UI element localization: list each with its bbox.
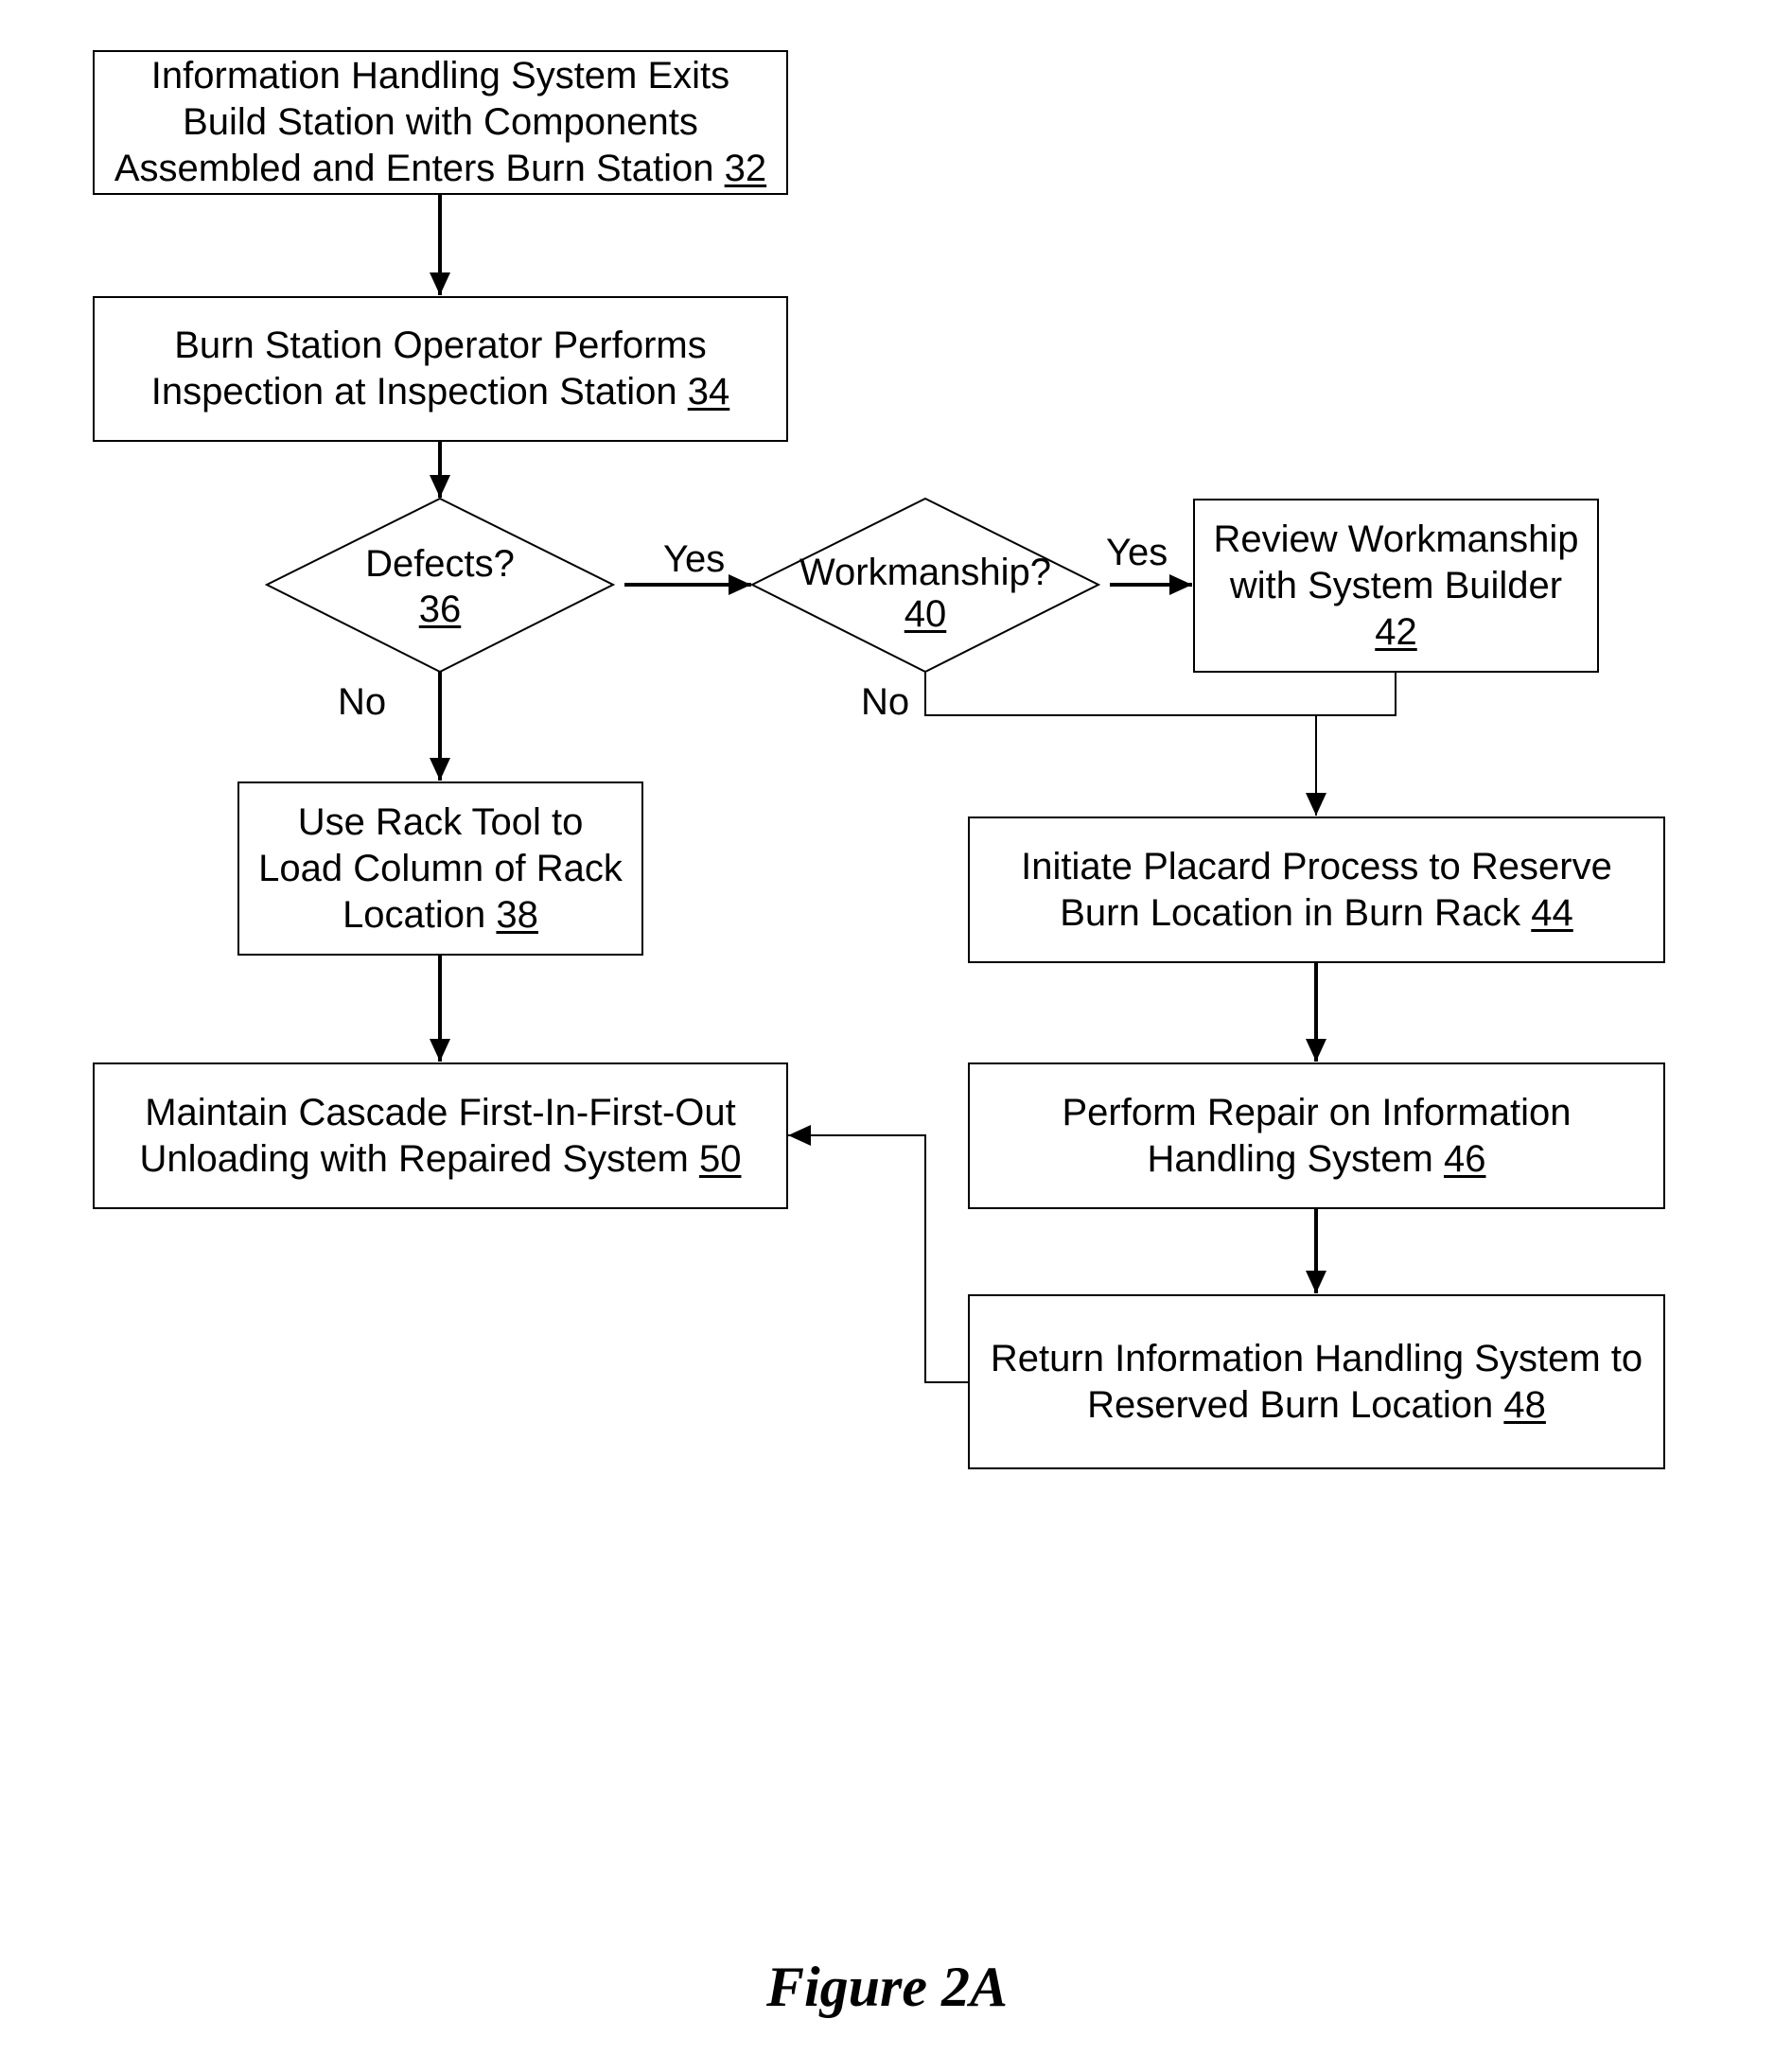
- decision-text-36: Defects? 36: [365, 543, 515, 630]
- flowchart: Information Handling System Exits Build …: [0, 0, 1774, 2072]
- process-box-44: Initiate Placard Process to Reserve Burn…: [968, 817, 1665, 963]
- process-box-46: Perform Repair on Information Handling S…: [968, 1062, 1665, 1209]
- process-box-42: Review Workmanship with System Builder 4…: [1193, 499, 1599, 673]
- process-box-38: Use Rack Tool to Load Column of Rack Loc…: [237, 781, 643, 956]
- process-text-34: Burn Station Operator Performs Inspectio…: [150, 325, 730, 413]
- edge-label-defects-yes: Yes: [663, 538, 726, 580]
- process-text-42: Review Workmanship with System Builder 4…: [1213, 518, 1579, 653]
- process-text-50: Maintain Cascade First-In-First-Out Unlo…: [139, 1091, 742, 1180]
- process-box-48: Return Information Handling System to Re…: [968, 1294, 1665, 1469]
- arrow-48-to-50: [788, 1125, 968, 1383]
- decision-text-40: Workmanship? 40: [799, 552, 1052, 635]
- process-text-46: Perform Repair on Information Handling S…: [1062, 1091, 1572, 1180]
- process-box-34: Burn Station Operator Performs Inspectio…: [93, 296, 788, 442]
- process-text-44: Initiate Placard Process to Reserve Burn…: [1021, 845, 1612, 934]
- ref-number: 44: [1531, 891, 1573, 934]
- process-text-48: Return Information Handling System to Re…: [990, 1337, 1643, 1426]
- figure-caption: Figure 2A: [765, 1956, 1009, 2018]
- ref-number: 36: [418, 588, 462, 630]
- process-box-50: Maintain Cascade First-In-First-Out Unlo…: [93, 1062, 788, 1209]
- ref-number: 38: [496, 893, 538, 936]
- ref-number: 46: [1443, 1137, 1486, 1180]
- ref-number: 42: [1375, 610, 1417, 653]
- ref-number: 32: [724, 148, 767, 189]
- process-text-38: Use Rack Tool to Load Column of Rack Loc…: [258, 800, 623, 936]
- process-text-32: Information Handling System Exits Build …: [114, 55, 767, 189]
- ref-number: 40: [904, 593, 947, 635]
- ref-number: 34: [687, 371, 730, 413]
- edge-label-workmanship-no: No: [861, 681, 910, 723]
- process-box-32: Information Handling System Exits Build …: [93, 50, 788, 195]
- connector-40-no: [924, 672, 1396, 716]
- edge-label-workmanship-yes: Yes: [1106, 532, 1168, 573]
- ref-number: 48: [1503, 1383, 1546, 1426]
- edge-label-defects-no: No: [338, 681, 387, 723]
- ref-number: 50: [698, 1137, 742, 1180]
